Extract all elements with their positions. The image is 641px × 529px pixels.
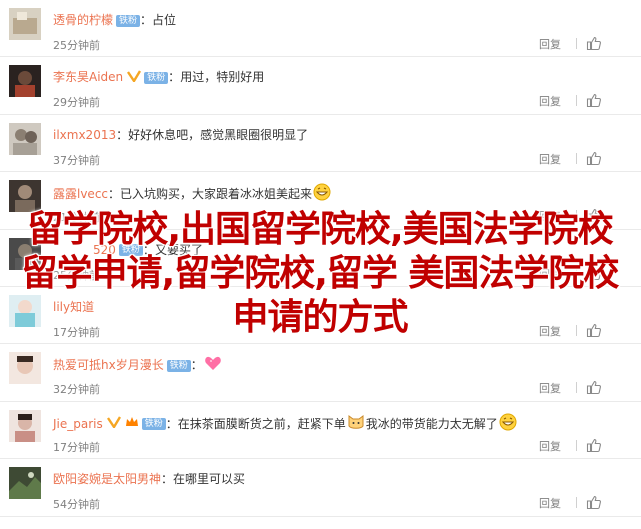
thumbs-up-icon[interactable] bbox=[586, 494, 602, 514]
hearts-emoji-icon bbox=[204, 355, 222, 376]
fan-badge: 铁粉 bbox=[166, 359, 191, 372]
comment-text: 好好休息吧，感觉黑眼圈很明显了 bbox=[128, 127, 309, 142]
divider bbox=[576, 497, 577, 509]
avatar[interactable] bbox=[9, 467, 41, 500]
fan-badge: 铁粉 bbox=[116, 14, 141, 27]
divider bbox=[576, 95, 577, 107]
comment-item: 欧阳姿婉是太阳男神：在哪里可以买 54分钟前 回复 bbox=[0, 459, 641, 517]
divider bbox=[576, 382, 577, 394]
comment-text: 用过，特别好用 bbox=[180, 70, 265, 85]
username-link[interactable]: ilxmx2013 bbox=[53, 128, 116, 142]
comment-item: ilxmx2013：好好休息吧，感觉黑眼圈很明显了 37分钟前 回复 bbox=[0, 115, 641, 173]
divider bbox=[576, 439, 577, 451]
comment-item: 李东昊Aiden 铁粉 ：用过，特别好用 29分钟前 回复 bbox=[0, 57, 641, 115]
comment-time: 37分钟前 bbox=[53, 153, 100, 167]
comment-item: 热爱可抵hx岁月漫长 铁粉： 32分钟前 回复 bbox=[0, 344, 641, 402]
divider bbox=[576, 38, 577, 49]
thumbs-up-icon[interactable] bbox=[586, 437, 602, 457]
reply-button[interactable]: 回复 bbox=[539, 36, 561, 52]
fan-badge: 铁粉 bbox=[141, 418, 166, 431]
comment-time: 25分钟前 bbox=[53, 39, 100, 52]
comment-time: 32分钟前 bbox=[53, 383, 100, 397]
thumbs-up-icon[interactable] bbox=[586, 379, 602, 399]
grin-emoji-icon bbox=[313, 183, 331, 206]
comment-time: 54分钟前 bbox=[53, 498, 100, 512]
reply-button[interactable]: 回复 bbox=[539, 438, 561, 454]
comment-time: 29分钟前 bbox=[53, 96, 100, 110]
comment-text: 在抹茶面膜断货之前，赶紧下单 bbox=[177, 416, 346, 431]
fan-badge: 铁粉 bbox=[144, 71, 169, 84]
username-link[interactable]: 李东昊Aiden bbox=[53, 70, 123, 84]
verified-v-icon bbox=[127, 69, 142, 87]
overlay-watermark-text: 留学院校,出国留学院校,美国法学院校留学申请,留学院校,留学 美国法学院校申请的… bbox=[21, 209, 620, 338]
comment-item: Jie_paris 铁粉 ：在抹茶面膜断货之前，赶紧下单 我冰的带货能力太无解了 17… bbox=[0, 402, 641, 460]
username-link[interactable]: 透骨的柠檬 bbox=[53, 13, 113, 27]
comment-text: 已入坑购买，大家跟着冰冰姐美起来 bbox=[120, 187, 313, 202]
avatar[interactable] bbox=[9, 122, 41, 155]
avatar[interactable] bbox=[9, 8, 41, 40]
reply-button[interactable]: 回复 bbox=[539, 380, 561, 396]
reply-button[interactable]: 回复 bbox=[539, 151, 561, 167]
username-link[interactable]: Jie_paris bbox=[53, 417, 103, 431]
comment-text: 在哪里可以买 bbox=[173, 472, 246, 487]
avatar[interactable] bbox=[9, 65, 41, 98]
thumbs-up-icon[interactable] bbox=[586, 92, 602, 112]
username-link[interactable]: 热爱可抵hx岁月漫长 bbox=[53, 358, 164, 372]
reply-button[interactable]: 回复 bbox=[539, 495, 561, 511]
comment-item: 透骨的柠檬 铁粉 ：占位 25分钟前 回复 bbox=[0, 0, 641, 58]
username-link[interactable]: 露露lvecc bbox=[53, 187, 108, 201]
comment-text-continued: 我冰的带货能力太无解了 bbox=[365, 416, 498, 431]
reply-button[interactable]: 回复 bbox=[539, 93, 561, 109]
comment-text: 占位 bbox=[152, 13, 177, 27]
avatar[interactable] bbox=[9, 409, 41, 442]
thumbs-up-icon[interactable] bbox=[586, 150, 602, 170]
avatar[interactable] bbox=[9, 352, 41, 385]
username-link[interactable]: 欧阳姿婉是太阳男神 bbox=[53, 472, 161, 486]
thumbs-up-icon[interactable] bbox=[586, 35, 602, 55]
cat-face-emoji-icon bbox=[347, 414, 365, 435]
verified-v-icon bbox=[106, 415, 121, 433]
grin-emoji-icon bbox=[499, 413, 517, 436]
divider bbox=[576, 152, 577, 164]
member-crown-icon bbox=[125, 415, 139, 433]
comment-time: 17分钟前 bbox=[53, 440, 100, 454]
